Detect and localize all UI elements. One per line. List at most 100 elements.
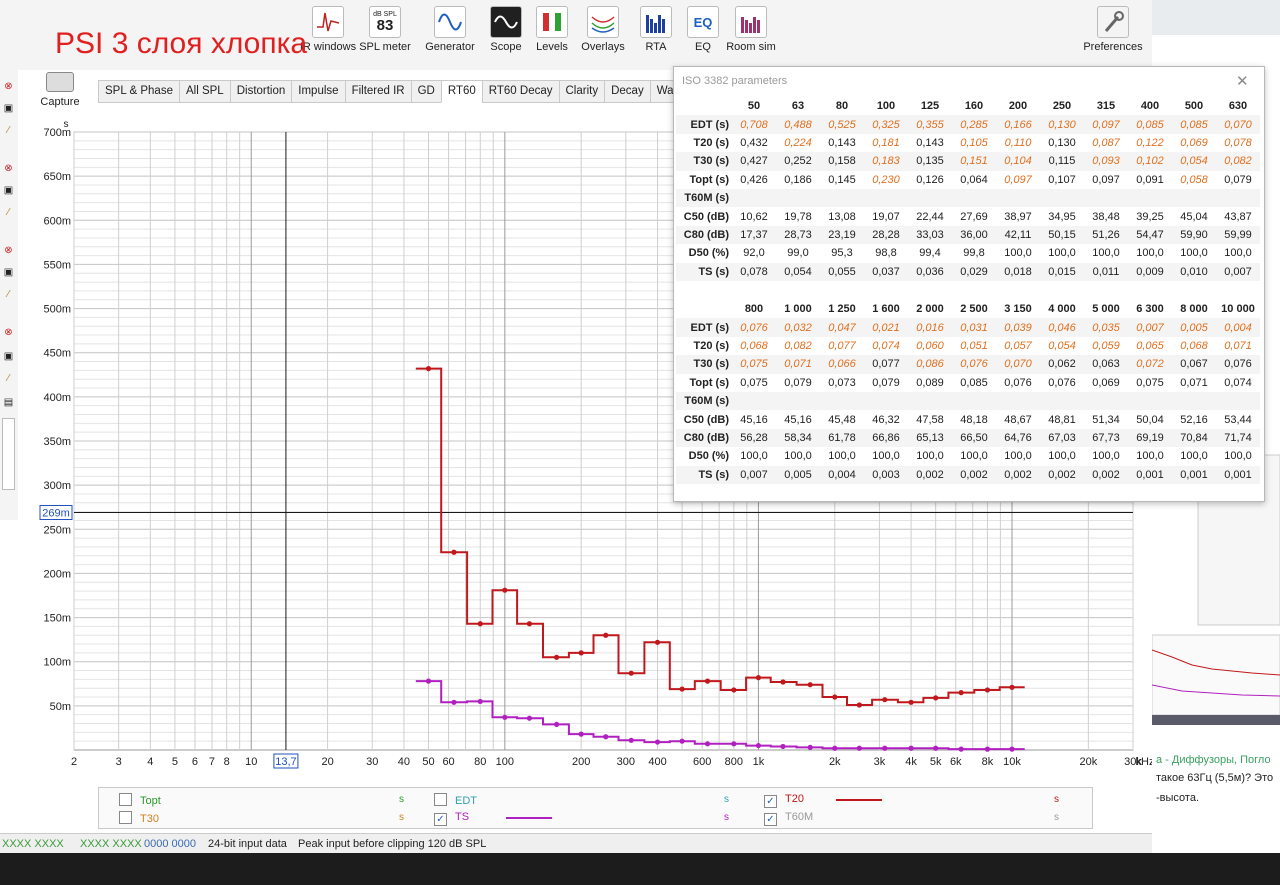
param-value: 0,426 <box>740 173 768 186</box>
param-value: 38,48 <box>1092 210 1120 223</box>
param-value: 0,186 <box>784 173 812 186</box>
x-tick-label: 300 <box>617 756 635 768</box>
freq-header: 80 <box>835 100 849 113</box>
y-tick-label: 250m <box>43 524 71 536</box>
x-tick-label: 5 <box>172 756 178 768</box>
legend-item-ts[interactable]: ✓ TS <box>434 811 469 826</box>
param-value: 0,069 <box>1180 136 1208 149</box>
param-value: 0,004 <box>1216 318 1260 337</box>
param-value: 10,62 <box>740 210 768 223</box>
data-point-t20 <box>578 650 584 656</box>
y-tick-label: 300m <box>43 480 71 492</box>
spl-meter-tool[interactable]: dB SPL 83 SPL meter <box>353 6 417 53</box>
preferences-tool[interactable]: Preferences <box>1081 6 1145 53</box>
data-point-ts <box>704 741 711 747</box>
remove-icon[interactable]: ⊗ <box>2 80 15 93</box>
param-value: 0,064 <box>960 173 988 186</box>
legend-item-t20[interactable]: ✓ T20 <box>764 793 804 808</box>
data-point-t20 <box>908 699 914 705</box>
preferences-label: Preferences <box>1083 41 1143 53</box>
legend-unit: s <box>399 812 404 823</box>
data-point-ts <box>755 742 762 749</box>
param-value: 0,158 <box>820 152 864 171</box>
room-sim-tool[interactable]: Room sim <box>719 6 783 53</box>
param-value: 0,068 <box>1180 339 1208 352</box>
data-point-t20 <box>832 694 838 700</box>
param-row: TS (s) 0,007 0,005 0,004 0,003 0,002 0,002 0,00… <box>676 465 1260 484</box>
param-value: 45,16 <box>740 413 768 426</box>
chat-text: такое 63Гц (5,5м)? Это <box>1156 772 1274 784</box>
data-point-t20 <box>755 675 762 681</box>
param-value: 0,032 <box>776 318 820 337</box>
param-value: 53,44 <box>1224 413 1252 426</box>
room-sim-icon <box>735 6 767 38</box>
param-value: 0,070 <box>996 355 1040 374</box>
legend-label: T60M <box>785 811 814 823</box>
param-value <box>732 188 776 208</box>
param-value: 0,001 <box>1172 465 1216 484</box>
data-point-ts <box>832 745 838 751</box>
legend-unit: s <box>399 794 404 805</box>
data-point-ts <box>731 741 737 747</box>
data-point-t20 <box>477 621 483 627</box>
legend-checkbox[interactable] <box>119 811 132 824</box>
status-ticks: XXXX XXXX <box>80 838 142 850</box>
param-value: 0,002 <box>908 465 952 484</box>
param-value: 22,44 <box>916 210 944 223</box>
param-row: C80 (dB) 56,28 58,34 61,78 66,86 65,13 66,50 64… <box>676 428 1260 448</box>
param-value: 51,26 <box>1084 225 1128 245</box>
param-row: D50 (%) 100,0 100,0 100,0 100,0 100,0 100,0 100… <box>676 447 1260 465</box>
freq-header: 500 <box>1184 100 1204 113</box>
close-icon[interactable]: ✕ <box>1236 72 1249 90</box>
x-tick-label: 2 <box>71 756 77 768</box>
legend-item-topt[interactable]: Topt <box>119 793 161 807</box>
param-value <box>1084 188 1128 208</box>
param-value <box>820 391 864 411</box>
param-value: 19,07 <box>872 210 900 223</box>
param-value: 27,69 <box>960 210 988 223</box>
param-value: 0,077 <box>828 339 856 352</box>
data-point-ts <box>856 745 862 751</box>
data-point-ts <box>1009 746 1015 752</box>
legend-checkbox[interactable] <box>434 793 447 806</box>
eq-icon-text: EQ <box>693 14 713 30</box>
param-value: 0,010 <box>1172 262 1216 281</box>
legend-checkbox[interactable] <box>119 793 132 806</box>
param-label: T30 (s) <box>676 355 732 374</box>
param-value: 52,16 <box>1180 413 1208 426</box>
param-value: 100,0 <box>1136 247 1164 260</box>
legend-checkbox[interactable]: ✓ <box>764 795 777 808</box>
data-point-t20 <box>526 621 533 627</box>
data-point-t20 <box>856 702 862 708</box>
param-row: T20 (s) 0,068 0,082 0,077 0,074 0,060 0,051 0,0… <box>676 337 1260 355</box>
param-value: 100,0 <box>916 450 944 463</box>
generator-tool[interactable]: Generator <box>418 6 482 53</box>
freq-header: 2 000 <box>916 303 944 316</box>
param-row: T30 (s) 0,427 0,252 0,158 0,183 0,135 0,151 0,1… <box>676 152 1260 171</box>
param-value <box>1172 391 1216 411</box>
freq-header: 315 <box>1096 100 1116 113</box>
legend-item-t60m[interactable]: ✓ T60M <box>764 811 813 826</box>
legend-checkbox[interactable]: ✓ <box>434 813 447 826</box>
param-value: 0,076 <box>952 355 996 374</box>
iso-table-low: 50 63 80 100 125 160 200 250 315 400 500 630 EDT (s)… <box>676 97 1260 281</box>
param-value: 99,4 <box>919 247 941 260</box>
y-tick-label: 500m <box>43 304 71 316</box>
legend-item-edt[interactable]: EDT <box>434 793 477 807</box>
data-point-ts <box>984 746 991 752</box>
data-point-t20 <box>704 678 711 684</box>
param-value: 100,0 <box>1004 450 1032 463</box>
legend-item-t30[interactable]: T30 <box>119 811 159 825</box>
overlay-caption: PSI 3 слоя хлопка <box>55 27 308 60</box>
param-value: 0,054 <box>1048 339 1076 352</box>
legend-checkbox[interactable]: ✓ <box>764 813 777 826</box>
param-value: 67,73 <box>1084 428 1128 448</box>
data-point-ts <box>908 745 914 751</box>
freq-header: 800 <box>744 303 764 316</box>
param-value: 42,11 <box>996 225 1040 245</box>
param-value: 0,091 <box>1136 173 1164 186</box>
data-point-t20 <box>1009 684 1015 690</box>
param-value: 0,087 <box>1092 136 1120 149</box>
param-label: C50 (dB) <box>683 210 729 223</box>
param-value: 0,036 <box>908 262 952 281</box>
